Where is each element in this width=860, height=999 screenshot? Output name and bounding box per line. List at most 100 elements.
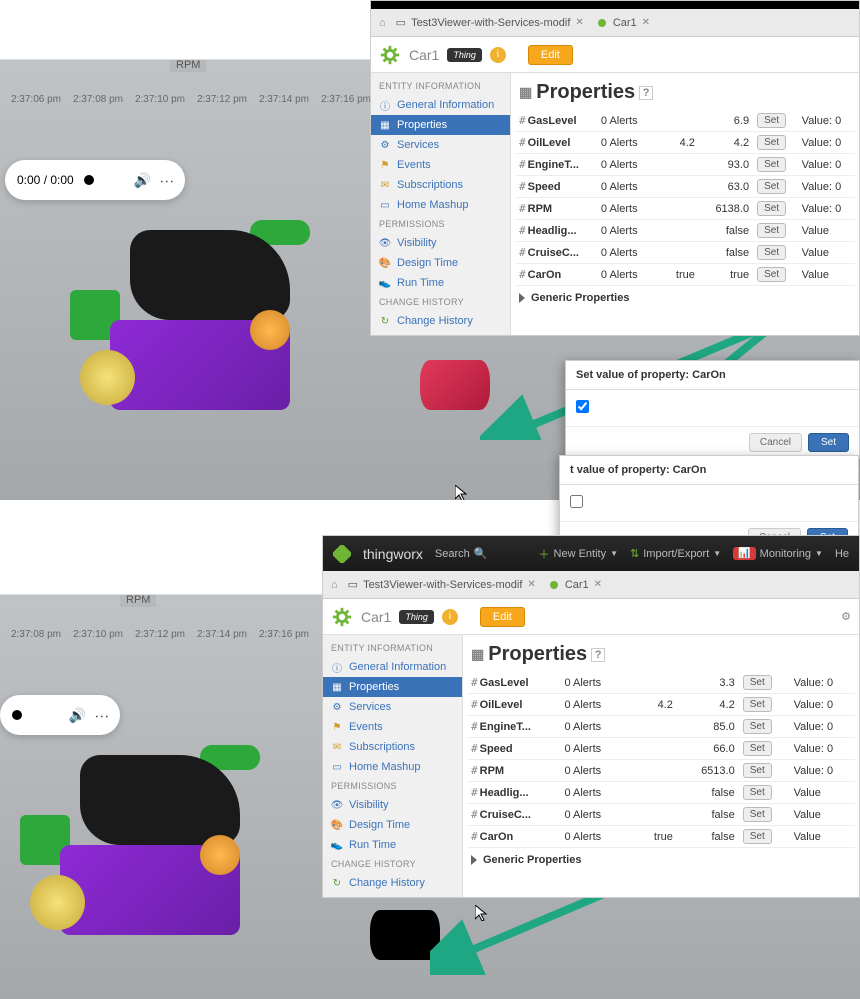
spark-plug-red[interactable] bbox=[420, 360, 490, 410]
set-button[interactable]: Set bbox=[743, 719, 772, 734]
set-button[interactable]: Set bbox=[743, 763, 772, 778]
set-button[interactable]: Set bbox=[757, 223, 786, 238]
table-row[interactable]: #Headlig...0 AlertsfalseSetValue bbox=[515, 220, 855, 242]
value-cell: true bbox=[651, 264, 699, 286]
table-row[interactable]: #EngineT...0 Alerts85.0SetValue: 0 bbox=[467, 716, 855, 738]
help-button[interactable]: He bbox=[835, 548, 849, 560]
info-icon[interactable]: i bbox=[442, 609, 458, 625]
sidebar-item-runtime[interactable]: 👟Run Time bbox=[371, 273, 510, 293]
set-button[interactable]: Set bbox=[757, 201, 786, 216]
set-button[interactable]: Set bbox=[743, 807, 772, 822]
help-icon[interactable]: ? bbox=[591, 648, 605, 662]
sidebar-item-properties[interactable]: ▦Properties bbox=[371, 115, 510, 135]
table-row[interactable]: #GasLevel0 Alerts6.9SetValue: 0 bbox=[515, 110, 855, 132]
tab-viewer[interactable]: ▭Test3Viewer-with-Services-modif✕ bbox=[394, 12, 586, 33]
tab-car1[interactable]: Car1✕ bbox=[594, 13, 652, 33]
sidebar-item-visibility[interactable]: 👁Visibility bbox=[323, 795, 462, 815]
close-icon[interactable]: ✕ bbox=[527, 579, 535, 590]
sidebar-item-subscriptions[interactable]: ✉Subscriptions bbox=[323, 737, 462, 757]
value-cell bbox=[622, 804, 677, 826]
table-row[interactable]: #Headlig...0 AlertsfalseSetValue bbox=[467, 782, 855, 804]
edit-button[interactable]: Edit bbox=[480, 607, 525, 627]
generic-properties-toggle[interactable]: Generic Properties bbox=[467, 848, 855, 872]
search-input[interactable]: Search🔍 bbox=[435, 547, 488, 560]
more-icon[interactable]: ⋮ bbox=[94, 709, 111, 721]
sidebar-item-designtime[interactable]: 🎨Design Time bbox=[371, 253, 510, 273]
set-button[interactable]: Set bbox=[743, 697, 772, 712]
table-row[interactable]: #RPM0 Alerts6513.0SetValue: 0 bbox=[467, 760, 855, 782]
table-row[interactable]: #OilLevel0 Alerts4.24.2SetValue: 0 bbox=[467, 694, 855, 716]
set-button[interactable]: Set bbox=[757, 157, 786, 172]
table-row[interactable]: #CruiseC...0 AlertsfalseSetValue bbox=[515, 242, 855, 264]
value-cell: 6.9 bbox=[699, 110, 753, 132]
home-icon[interactable]: ⌂ bbox=[331, 579, 338, 591]
media-controls[interactable]: 0:00 / 0:00 🔊 ⋮ bbox=[5, 160, 185, 200]
sidebar-item-mashup[interactable]: ▭Home Mashup bbox=[323, 757, 462, 777]
edit-button[interactable]: Edit bbox=[528, 45, 573, 65]
close-icon[interactable]: ✕ bbox=[594, 579, 602, 590]
set-button[interactable]: Set bbox=[757, 179, 786, 194]
sidebar-item-services[interactable]: ⚙Services bbox=[323, 697, 462, 717]
sidebar-item-events[interactable]: ⚑Events bbox=[371, 155, 510, 175]
progress-thumb[interactable] bbox=[84, 175, 94, 185]
cancel-button[interactable]: Cancel bbox=[749, 433, 802, 452]
sidebar-item-designtime[interactable]: 🎨Design Time bbox=[323, 815, 462, 835]
sidebar-item-properties[interactable]: ▦Properties bbox=[323, 677, 462, 697]
settings-icon[interactable]: ⚙ bbox=[841, 610, 851, 623]
sidebar-item-visibility[interactable]: 👁Visibility bbox=[371, 233, 510, 253]
help-icon[interactable]: ? bbox=[639, 86, 653, 100]
sidebar-item-history[interactable]: ↻Change History bbox=[323, 873, 462, 893]
table-row[interactable]: #RPM0 Alerts6138.0SetValue: 0 bbox=[515, 198, 855, 220]
table-row[interactable]: #GasLevel0 Alerts3.3SetValue: 0 bbox=[467, 672, 855, 694]
set-button[interactable]: Set bbox=[757, 267, 786, 282]
table-row[interactable]: #Speed0 Alerts63.0SetValue: 0 bbox=[515, 176, 855, 198]
sidebar-item-history[interactable]: ↻Change History bbox=[371, 311, 510, 331]
engine-model[interactable] bbox=[80, 210, 320, 450]
sidebar-item-general[interactable]: ⓘGeneral Information bbox=[371, 95, 510, 115]
value-checkbox[interactable] bbox=[576, 400, 589, 413]
table-row[interactable]: #OilLevel0 Alerts4.24.2SetValue: 0 bbox=[515, 132, 855, 154]
set-button[interactable]: Set bbox=[743, 741, 772, 756]
table-row[interactable]: #CarOn0 AlertstruetrueSetValue bbox=[515, 264, 855, 286]
prop-name: GasLevel bbox=[480, 677, 529, 689]
media-controls[interactable]: 🔊 ⋮ bbox=[0, 695, 120, 735]
generic-properties-toggle[interactable]: Generic Properties bbox=[515, 286, 855, 310]
tab-car1[interactable]: Car1✕ bbox=[546, 575, 604, 595]
volume-icon[interactable]: 🔊 bbox=[69, 707, 86, 724]
new-entity-button[interactable]: ＋New Entity▼ bbox=[539, 546, 619, 562]
set-button[interactable]: Set bbox=[757, 245, 786, 260]
sidebar-item-general[interactable]: ⓘGeneral Information bbox=[323, 657, 462, 677]
set-button[interactable]: Set bbox=[757, 135, 786, 150]
table-row[interactable]: #CruiseC...0 AlertsfalseSetValue bbox=[467, 804, 855, 826]
table-row[interactable]: #EngineT...0 Alerts93.0SetValue: 0 bbox=[515, 154, 855, 176]
monitoring-button[interactable]: 📊Monitoring▼ bbox=[733, 547, 823, 560]
info-icon[interactable]: i bbox=[490, 47, 506, 63]
sidebar-item-services[interactable]: ⚙Services bbox=[371, 135, 510, 155]
tab-viewer[interactable]: ▭Test3Viewer-with-Services-modif✕ bbox=[346, 574, 538, 595]
value-checkbox[interactable] bbox=[570, 495, 583, 508]
table-row[interactable]: #Speed0 Alerts66.0SetValue: 0 bbox=[467, 738, 855, 760]
more-icon[interactable]: ⋮ bbox=[159, 174, 176, 186]
sidebar-item-events[interactable]: ⚑Events bbox=[323, 717, 462, 737]
engine-model[interactable] bbox=[30, 735, 270, 975]
volume-icon[interactable]: 🔊 bbox=[134, 172, 151, 189]
set-button[interactable]: Set bbox=[743, 829, 772, 844]
set-button[interactable]: Set bbox=[757, 113, 786, 128]
home-icon[interactable]: ⌂ bbox=[379, 17, 386, 29]
table-row[interactable]: #CarOn0 AlertstruefalseSetValue bbox=[467, 826, 855, 848]
prop-name: CarOn bbox=[480, 831, 514, 843]
media-time: 0:00 / 0:00 bbox=[17, 173, 74, 187]
set-button[interactable]: Set bbox=[808, 433, 849, 452]
sidebar-item-mashup[interactable]: ▭Home Mashup bbox=[371, 195, 510, 215]
import-export-button[interactable]: ⇅Import/Export▼ bbox=[630, 547, 721, 560]
sidebar-heading: CHANGE HISTORY bbox=[371, 293, 510, 311]
spark-plug-black[interactable] bbox=[370, 910, 440, 960]
sidebar-item-subscriptions[interactable]: ✉Subscriptions bbox=[371, 175, 510, 195]
close-icon[interactable]: ✕ bbox=[642, 17, 650, 28]
close-icon[interactable]: ✕ bbox=[575, 17, 583, 28]
progress-thumb[interactable] bbox=[12, 710, 22, 720]
sidebar-item-runtime[interactable]: 👟Run Time bbox=[323, 835, 462, 855]
set-button[interactable]: Set bbox=[743, 785, 772, 800]
thingworx-panel: ⌂ ▭Test3Viewer-with-Services-modif✕ Car1… bbox=[370, 0, 860, 336]
set-button[interactable]: Set bbox=[743, 675, 772, 690]
